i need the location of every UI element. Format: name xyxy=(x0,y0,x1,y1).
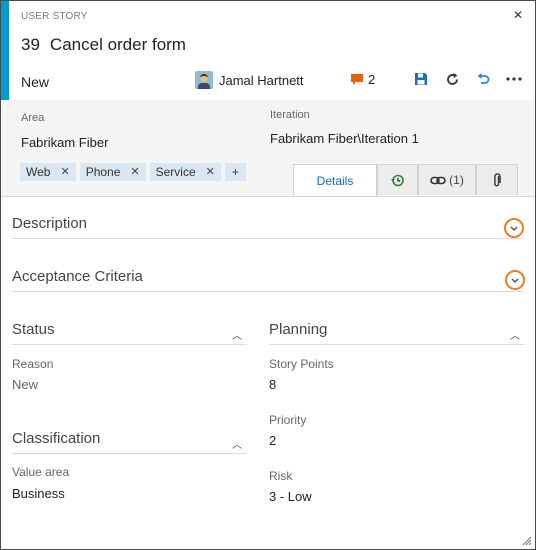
history-icon xyxy=(391,174,404,186)
link-icon xyxy=(430,176,446,184)
reason-label: Reason xyxy=(12,357,54,371)
section-divider xyxy=(12,453,247,454)
chevron-down-icon xyxy=(510,226,518,231)
work-item-type-color-bar xyxy=(1,1,9,100)
section-acceptance-criteria[interactable]: Acceptance Criteria xyxy=(12,268,143,285)
section-divider xyxy=(12,238,524,239)
tag-service: Service ✕ xyxy=(149,163,221,181)
tag-label: Phone xyxy=(85,165,121,179)
work-item-form: USER STORY ✕ 39 Cancel order form New Jam… xyxy=(0,0,536,550)
section-divider xyxy=(12,291,524,292)
collapse-classification-icon[interactable]: ︿ xyxy=(232,436,242,451)
tag-web: Web ✕ xyxy=(20,163,76,181)
expand-description-button[interactable] xyxy=(504,218,524,238)
discussion-button[interactable]: 2 xyxy=(350,72,375,87)
risk-label: Risk xyxy=(269,469,293,483)
work-item-title-text: Cancel order form xyxy=(49,35,186,54)
area-label: Area xyxy=(21,112,45,124)
tag-phone: Phone ✕ xyxy=(79,163,146,181)
tag-list: Web ✕ Phone ✕ Service ✕ + xyxy=(20,163,250,181)
collapse-status-icon[interactable]: ︿ xyxy=(232,327,242,342)
priority-label: Priority xyxy=(269,413,307,427)
close-icon[interactable]: ✕ xyxy=(513,8,523,22)
state-field[interactable]: New xyxy=(21,74,49,90)
section-description[interactable]: Description xyxy=(12,215,87,232)
resize-grip-icon[interactable] xyxy=(522,536,532,546)
expand-acceptance-button[interactable] xyxy=(505,270,525,290)
tag-label: Web xyxy=(26,165,51,179)
avatar xyxy=(195,71,213,89)
assigned-to-field[interactable]: Jamal Hartnett xyxy=(195,71,304,89)
value-area-label: Value area xyxy=(12,465,70,479)
work-item-header: USER STORY ✕ 39 Cancel order form New Jam… xyxy=(1,1,535,100)
tag-label: Service xyxy=(155,165,196,179)
work-item-title[interactable]: 39 Cancel order form xyxy=(21,35,186,55)
tab-attachments[interactable] xyxy=(476,164,518,195)
story-points-label: Story Points xyxy=(269,357,334,371)
comment-count: 2 xyxy=(368,72,376,87)
work-item-id: 39 xyxy=(21,35,40,54)
add-tag-button[interactable]: + xyxy=(224,163,246,181)
section-classification[interactable]: Classification xyxy=(12,430,100,447)
area-field[interactable]: Fabrikam Fiber xyxy=(21,135,108,150)
tab-details[interactable]: Details xyxy=(293,164,377,196)
priority-field[interactable]: 2 xyxy=(269,433,276,448)
chevron-down-icon xyxy=(511,278,519,283)
links-count: (1) xyxy=(449,173,464,187)
tab-links[interactable]: (1) xyxy=(418,164,476,195)
undo-icon[interactable] xyxy=(474,70,492,88)
reason-field[interactable]: New xyxy=(12,377,38,392)
remove-tag-icon[interactable]: ✕ xyxy=(206,163,215,181)
risk-field[interactable]: 3 - Low xyxy=(269,489,312,504)
comment-icon xyxy=(351,74,363,85)
remove-tag-icon[interactable]: ✕ xyxy=(60,163,69,181)
form-tabs: Details (1) xyxy=(293,164,518,196)
more-icon[interactable] xyxy=(505,70,523,88)
tab-history[interactable] xyxy=(377,164,418,195)
iteration-label: Iteration xyxy=(270,109,310,121)
section-planning[interactable]: Planning xyxy=(269,321,327,338)
collapse-planning-icon[interactable]: ︿ xyxy=(510,327,520,342)
section-status[interactable]: Status xyxy=(12,321,55,338)
story-points-field[interactable]: 8 xyxy=(269,377,276,392)
remove-tag-icon[interactable]: ✕ xyxy=(130,163,139,181)
work-item-type-label: USER STORY xyxy=(21,11,88,22)
section-divider xyxy=(269,344,525,345)
refresh-icon[interactable] xyxy=(443,70,461,88)
iteration-field[interactable]: Fabrikam Fiber\Iteration 1 xyxy=(270,131,419,146)
save-icon[interactable] xyxy=(412,70,430,88)
attachment-icon xyxy=(494,172,501,186)
value-area-field[interactable]: Business xyxy=(12,486,65,501)
section-divider xyxy=(12,344,247,345)
assignee-name: Jamal Hartnett xyxy=(219,72,304,88)
